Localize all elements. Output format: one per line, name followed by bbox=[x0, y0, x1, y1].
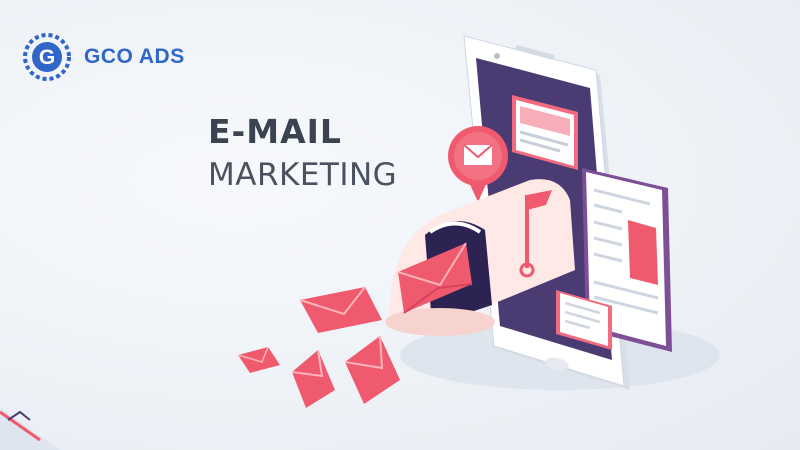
email-marketing-illustration bbox=[0, 35, 720, 450]
envelope-icon bbox=[299, 286, 382, 333]
envelope-icon bbox=[291, 349, 335, 408]
corner-decoration bbox=[0, 408, 60, 450]
envelope-icon bbox=[237, 346, 280, 373]
envelope-icon bbox=[344, 335, 400, 404]
